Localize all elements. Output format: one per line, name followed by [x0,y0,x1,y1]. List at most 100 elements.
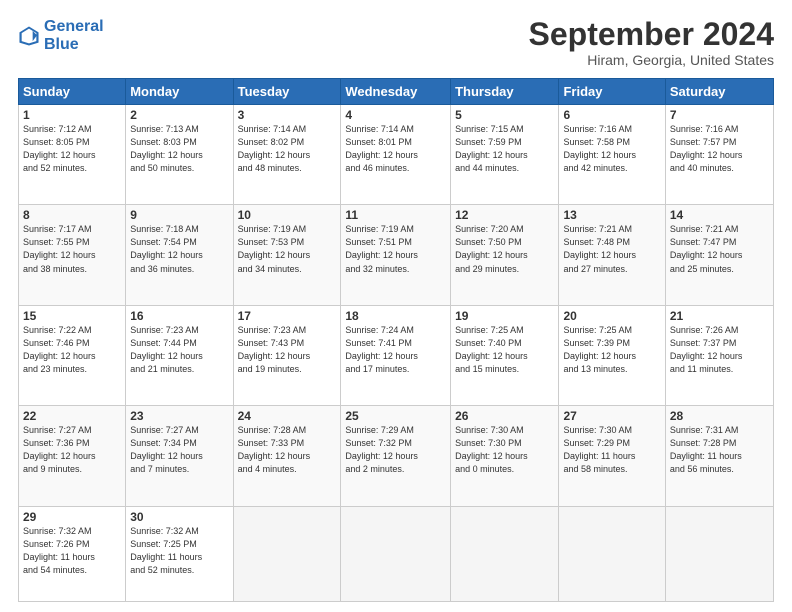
header-sunday: Sunday [19,79,126,105]
day-info: Sunrise: 7:19 AM Sunset: 7:51 PM Dayligh… [345,223,446,275]
day-info: Sunrise: 7:25 AM Sunset: 7:39 PM Dayligh… [563,324,660,376]
day-number: 9 [130,208,228,222]
day-number: 29 [23,510,121,524]
table-cell: 29Sunrise: 7:32 AM Sunset: 7:26 PM Dayli… [19,506,126,602]
table-cell: 11Sunrise: 7:19 AM Sunset: 7:51 PM Dayli… [341,205,451,305]
day-number: 30 [130,510,228,524]
day-info: Sunrise: 7:13 AM Sunset: 8:03 PM Dayligh… [130,123,228,175]
day-info: Sunrise: 7:21 AM Sunset: 7:48 PM Dayligh… [563,223,660,275]
day-number: 1 [23,108,121,122]
logo: General Blue [18,18,104,53]
table-cell: 5Sunrise: 7:15 AM Sunset: 7:59 PM Daylig… [451,105,559,205]
table-cell: 17Sunrise: 7:23 AM Sunset: 7:43 PM Dayli… [233,305,341,405]
day-number: 25 [345,409,446,423]
day-number: 19 [455,309,554,323]
day-number: 13 [563,208,660,222]
day-number: 10 [238,208,337,222]
day-info: Sunrise: 7:26 AM Sunset: 7:37 PM Dayligh… [670,324,769,376]
table-cell: 28Sunrise: 7:31 AM Sunset: 7:28 PM Dayli… [665,406,773,506]
table-cell: 19Sunrise: 7:25 AM Sunset: 7:40 PM Dayli… [451,305,559,405]
day-number: 28 [670,409,769,423]
day-info: Sunrise: 7:32 AM Sunset: 7:25 PM Dayligh… [130,525,228,577]
day-number: 27 [563,409,660,423]
day-info: Sunrise: 7:32 AM Sunset: 7:26 PM Dayligh… [23,525,121,577]
day-info: Sunrise: 7:27 AM Sunset: 7:36 PM Dayligh… [23,424,121,476]
table-cell: 9Sunrise: 7:18 AM Sunset: 7:54 PM Daylig… [126,205,233,305]
table-cell: 15Sunrise: 7:22 AM Sunset: 7:46 PM Dayli… [19,305,126,405]
day-info: Sunrise: 7:23 AM Sunset: 7:43 PM Dayligh… [238,324,337,376]
table-cell [341,506,451,602]
table-cell: 20Sunrise: 7:25 AM Sunset: 7:39 PM Dayli… [559,305,665,405]
table-cell: 16Sunrise: 7:23 AM Sunset: 7:44 PM Dayli… [126,305,233,405]
header-wednesday: Wednesday [341,79,451,105]
day-info: Sunrise: 7:15 AM Sunset: 7:59 PM Dayligh… [455,123,554,175]
day-number: 3 [238,108,337,122]
header-thursday: Thursday [451,79,559,105]
table-cell [451,506,559,602]
day-number: 4 [345,108,446,122]
title-block: September 2024 Hiram, Georgia, United St… [529,18,774,68]
day-number: 22 [23,409,121,423]
week-row-3: 15Sunrise: 7:22 AM Sunset: 7:46 PM Dayli… [19,305,774,405]
header-tuesday: Tuesday [233,79,341,105]
day-info: Sunrise: 7:29 AM Sunset: 7:32 PM Dayligh… [345,424,446,476]
day-info: Sunrise: 7:30 AM Sunset: 7:29 PM Dayligh… [563,424,660,476]
table-cell: 4Sunrise: 7:14 AM Sunset: 8:01 PM Daylig… [341,105,451,205]
page-header: General Blue September 2024 Hiram, Georg… [18,18,774,68]
day-info: Sunrise: 7:30 AM Sunset: 7:30 PM Dayligh… [455,424,554,476]
day-info: Sunrise: 7:21 AM Sunset: 7:47 PM Dayligh… [670,223,769,275]
table-cell: 8Sunrise: 7:17 AM Sunset: 7:55 PM Daylig… [19,205,126,305]
calendar-table: Sunday Monday Tuesday Wednesday Thursday… [18,78,774,602]
day-info: Sunrise: 7:16 AM Sunset: 7:58 PM Dayligh… [563,123,660,175]
day-info: Sunrise: 7:14 AM Sunset: 8:02 PM Dayligh… [238,123,337,175]
table-cell: 24Sunrise: 7:28 AM Sunset: 7:33 PM Dayli… [233,406,341,506]
logo-text: General Blue [44,18,104,53]
day-number: 2 [130,108,228,122]
day-number: 11 [345,208,446,222]
table-cell: 25Sunrise: 7:29 AM Sunset: 7:32 PM Dayli… [341,406,451,506]
day-number: 17 [238,309,337,323]
day-number: 23 [130,409,228,423]
day-info: Sunrise: 7:23 AM Sunset: 7:44 PM Dayligh… [130,324,228,376]
day-info: Sunrise: 7:31 AM Sunset: 7:28 PM Dayligh… [670,424,769,476]
day-info: Sunrise: 7:27 AM Sunset: 7:34 PM Dayligh… [130,424,228,476]
table-cell: 13Sunrise: 7:21 AM Sunset: 7:48 PM Dayli… [559,205,665,305]
day-number: 5 [455,108,554,122]
day-number: 21 [670,309,769,323]
table-cell: 22Sunrise: 7:27 AM Sunset: 7:36 PM Dayli… [19,406,126,506]
day-info: Sunrise: 7:20 AM Sunset: 7:50 PM Dayligh… [455,223,554,275]
week-row-2: 8Sunrise: 7:17 AM Sunset: 7:55 PM Daylig… [19,205,774,305]
week-row-5: 29Sunrise: 7:32 AM Sunset: 7:26 PM Dayli… [19,506,774,602]
table-cell: 1Sunrise: 7:12 AM Sunset: 8:05 PM Daylig… [19,105,126,205]
day-number: 16 [130,309,228,323]
month-title: September 2024 [529,18,774,50]
table-cell: 18Sunrise: 7:24 AM Sunset: 7:41 PM Dayli… [341,305,451,405]
day-number: 20 [563,309,660,323]
day-info: Sunrise: 7:22 AM Sunset: 7:46 PM Dayligh… [23,324,121,376]
day-info: Sunrise: 7:28 AM Sunset: 7:33 PM Dayligh… [238,424,337,476]
table-cell: 23Sunrise: 7:27 AM Sunset: 7:34 PM Dayli… [126,406,233,506]
day-info: Sunrise: 7:18 AM Sunset: 7:54 PM Dayligh… [130,223,228,275]
weekday-header-row: Sunday Monday Tuesday Wednesday Thursday… [19,79,774,105]
day-number: 26 [455,409,554,423]
week-row-4: 22Sunrise: 7:27 AM Sunset: 7:36 PM Dayli… [19,406,774,506]
table-cell: 10Sunrise: 7:19 AM Sunset: 7:53 PM Dayli… [233,205,341,305]
table-cell: 30Sunrise: 7:32 AM Sunset: 7:25 PM Dayli… [126,506,233,602]
day-number: 8 [23,208,121,222]
header-saturday: Saturday [665,79,773,105]
table-cell: 12Sunrise: 7:20 AM Sunset: 7:50 PM Dayli… [451,205,559,305]
day-info: Sunrise: 7:16 AM Sunset: 7:57 PM Dayligh… [670,123,769,175]
table-cell: 27Sunrise: 7:30 AM Sunset: 7:29 PM Dayli… [559,406,665,506]
day-info: Sunrise: 7:24 AM Sunset: 7:41 PM Dayligh… [345,324,446,376]
day-number: 15 [23,309,121,323]
logo-icon [18,25,40,47]
day-info: Sunrise: 7:17 AM Sunset: 7:55 PM Dayligh… [23,223,121,275]
day-number: 14 [670,208,769,222]
header-friday: Friday [559,79,665,105]
table-cell [559,506,665,602]
day-number: 12 [455,208,554,222]
table-cell: 7Sunrise: 7:16 AM Sunset: 7:57 PM Daylig… [665,105,773,205]
week-row-1: 1Sunrise: 7:12 AM Sunset: 8:05 PM Daylig… [19,105,774,205]
table-cell: 21Sunrise: 7:26 AM Sunset: 7:37 PM Dayli… [665,305,773,405]
day-info: Sunrise: 7:25 AM Sunset: 7:40 PM Dayligh… [455,324,554,376]
